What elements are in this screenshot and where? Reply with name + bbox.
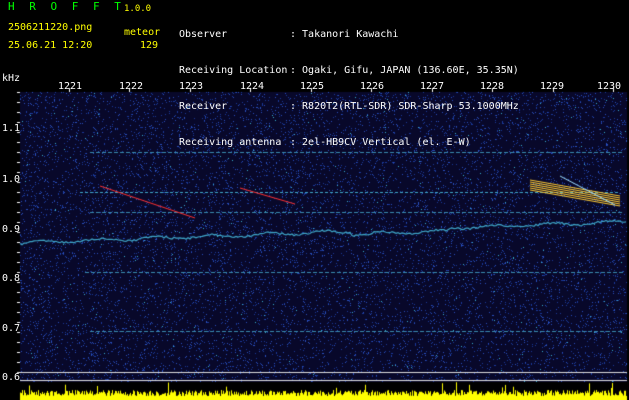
antenna-label: Receiving antenna [179,137,282,148]
y-tick-label: 1.0 [2,174,21,185]
y-tick-label: 0.6 [2,372,21,383]
app-logo: H R O F F T [8,0,125,13]
app-version: 1.0.0 [124,4,152,14]
location-label: Receiving Location [179,65,288,76]
observer-value: : Takanori Kawachi [290,29,399,40]
meteor-label: meteor [124,27,161,38]
file-name: 2506211220.png [8,22,93,33]
x-tick-label: 1228 [480,81,505,92]
location-value: : Ogaki, Gifu, JAPAN (136.60E, 35.35N) [290,65,519,76]
x-tick-label: 1226 [360,81,385,92]
y-tick-label: 0.9 [2,224,21,235]
x-tick-label: 1221 [58,81,83,92]
x-tick-label: 1224 [240,81,265,92]
timestamp: 25.06.21 12:20 [8,40,93,51]
x-tick-label: 1225 [300,81,325,92]
x-tick-label: 1222 [119,81,144,92]
y-axis-unit: kHz [2,73,21,84]
y-tick-label: 0.8 [2,273,21,284]
receiver-value: : R820T2(RTL-SDR) SDR-Sharp 53.1000MHz [290,101,519,112]
x-tick-label: 1229 [540,81,565,92]
y-tick-label: 0.7 [2,323,21,334]
x-tick-label: 1230 [597,81,622,92]
y-tick-label: 1.1 [2,123,21,134]
antenna-value: : 2el-HB9CV Vertical (el. E-W) [290,137,471,148]
x-tick-label: 1227 [420,81,445,92]
receiver-label: Receiver [179,101,228,112]
meteor-count: 129 [140,40,159,51]
observer-label: Observer [179,29,228,40]
x-tick-label: 1223 [179,81,204,92]
